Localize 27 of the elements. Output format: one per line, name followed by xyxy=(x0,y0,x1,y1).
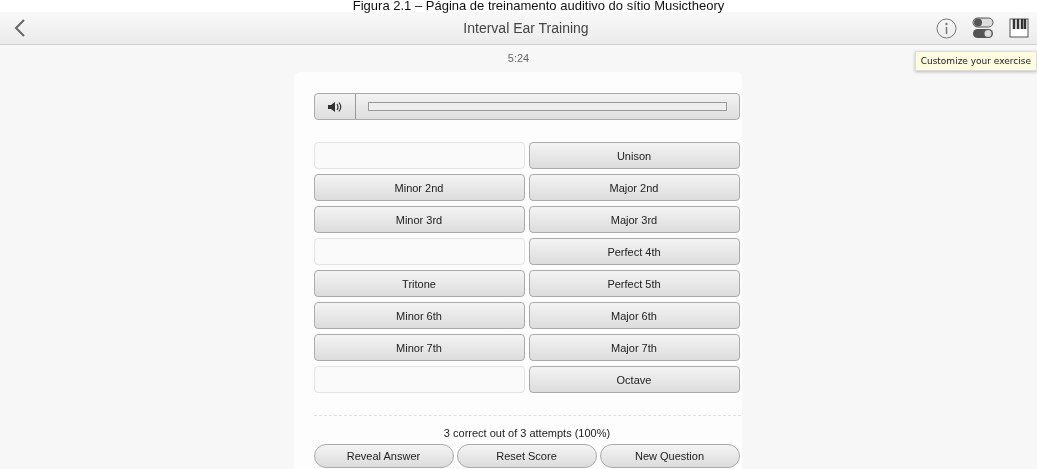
interval-button[interactable]: Minor 7th xyxy=(313,334,525,361)
tooltip: Customize your exercise xyxy=(914,51,1037,71)
figure-caption: Figura 2.1 – Página de treinamento auditivo do sítio Musictheory xyxy=(351,0,726,12)
interval-button[interactable]: Tritone xyxy=(313,270,525,297)
piano-keys-icon[interactable] xyxy=(1009,18,1029,38)
interval-button[interactable]: Octave xyxy=(528,366,740,393)
interval-button[interactable]: Major 7th xyxy=(528,334,740,361)
interval-button[interactable]: Major 2nd xyxy=(528,174,740,201)
back-icon[interactable] xyxy=(14,18,26,38)
score-text: 3 correct out of 3 attempts (100%) xyxy=(442,426,612,441)
timer: 5:24 xyxy=(507,52,530,64)
interval-button[interactable]: Minor 6th xyxy=(313,302,525,329)
interval-button[interactable]: Unison xyxy=(528,142,740,169)
action-button[interactable]: New Question xyxy=(599,444,740,468)
interval-button[interactable]: Major 6th xyxy=(528,302,740,329)
interval-button[interactable]: Perfect 4th xyxy=(528,238,740,265)
info-icon[interactable] xyxy=(936,17,957,39)
interval-button[interactable]: Perfect 5th xyxy=(528,270,740,297)
progress-track[interactable] xyxy=(367,102,727,111)
action-button[interactable]: Reset Score xyxy=(456,444,597,468)
toggle-switches-icon[interactable] xyxy=(972,17,994,39)
interval-button[interactable]: Minor 2nd xyxy=(313,174,525,201)
interval-button[interactable]: Minor 3rd xyxy=(313,206,525,233)
speaker-icon[interactable] xyxy=(327,100,342,113)
page-title: Interval Ear Training xyxy=(462,20,590,36)
action-button[interactable]: Reveal Answer xyxy=(313,444,454,468)
interval-button[interactable]: Major 3rd xyxy=(528,206,740,233)
